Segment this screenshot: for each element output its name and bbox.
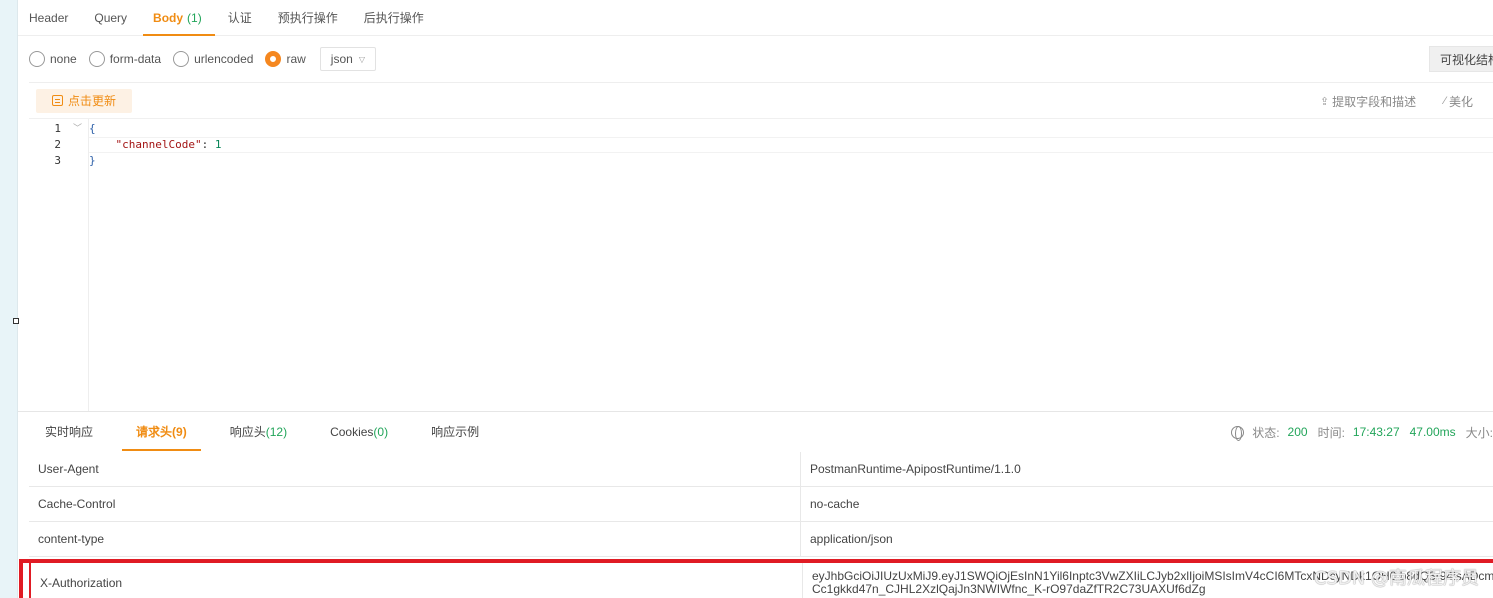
response-tabs: 实时响应 请求头 (9) 响应头 (12) Cookies (0) 响应示例 状态: … [18, 411, 1493, 451]
tab-response-examples[interactable]: 响应示例 [417, 412, 493, 451]
radio-form-data[interactable]: form-data [88, 51, 161, 67]
editor-toolbar: 点击更新 ⇪ 提取字段和描述 ⁄ 美化 [29, 83, 1493, 119]
upload-icon: ⇪ [1319, 95, 1330, 108]
line-number: 2 [54, 138, 61, 151]
request-headers-table: User-Agent PostmanRuntime-ApipostRuntime… [29, 452, 1493, 598]
header-key: Cache-Control [29, 487, 801, 521]
update-button[interactable]: 点击更新 [36, 88, 133, 113]
header-value: no-cache [810, 497, 860, 511]
tab-body[interactable]: Body (1) [143, 0, 215, 36]
table-row-highlighted: X-Authorization eyJhbGciOiJIUzUxMiJ9.eyJ… [29, 563, 1493, 598]
beautify-button[interactable]: ⁄ 美化 [1444, 93, 1473, 110]
body-type-row: none form-data urlencoded raw json ▽ 可视化结… [18, 36, 1493, 82]
table-row: User-Agent PostmanRuntime-ApipostRuntime… [29, 452, 1493, 487]
radio-urlencoded[interactable]: urlencoded [173, 51, 253, 67]
raw-format-select[interactable]: json ▽ [319, 47, 376, 71]
tab-auth[interactable]: 认证 [228, 0, 265, 35]
header-value: PostmanRuntime-ApipostRuntime/1.1.0 [810, 462, 1021, 476]
table-row: content-type application/json [29, 522, 1493, 557]
highlight-border-left [19, 559, 23, 598]
line-gutter: 1 ﹀ 2 3 [29, 119, 89, 412]
status-code: 200 [1287, 425, 1308, 439]
request-panel: Header Query Body (1) 认证 预执行操作 后执行操作 none… [18, 0, 1493, 598]
request-tabs: Header Query Body (1) 认证 预执行操作 后执行操作 [18, 0, 1493, 36]
header-key: content-type [29, 522, 801, 556]
response-status: 状态: 200 时间: 17:43:27 47.00ms 大小: [1231, 412, 1493, 452]
highlight-border [19, 559, 1493, 563]
radio-none[interactable]: none [29, 51, 77, 67]
line-number: 3 [54, 154, 61, 167]
header-key: User-Agent [29, 452, 801, 486]
response-time: 17:43:27 [1352, 425, 1400, 439]
magic-wand-icon: ⁄ [1444, 95, 1446, 107]
code-line: { [89, 122, 96, 135]
code-content[interactable]: { "channelCode": 1 } [89, 119, 1493, 412]
active-line [89, 137, 1493, 153]
response-duration: 47.00ms [1409, 425, 1456, 439]
tab-body-count: (1) [187, 10, 202, 25]
tab-query[interactable]: Query [94, 0, 140, 35]
radio-circle-checked[interactable] [265, 51, 282, 67]
tab-response-headers[interactable]: 响应头 (12) [216, 412, 301, 451]
radio-circle[interactable] [29, 51, 45, 67]
tab-header[interactable]: Header [29, 0, 81, 35]
globe-icon [1231, 425, 1245, 441]
code-line: } [89, 154, 96, 167]
tab-pre-script[interactable]: 预执行操作 [278, 0, 351, 35]
left-panel-edge [0, 0, 18, 598]
edit-icon [52, 95, 63, 106]
visualize-structure-button[interactable]: 可视化结构 [1429, 46, 1493, 72]
tab-live-response[interactable]: 实时响应 [31, 412, 107, 451]
table-row: Cache-Control no-cache [29, 487, 1493, 522]
line-number: 1 ﹀ [54, 121, 82, 137]
radio-raw[interactable]: raw [265, 51, 306, 67]
radio-circle[interactable] [173, 51, 190, 67]
watermark: CSDN @南瓜程序员 [1313, 568, 1479, 589]
radio-circle[interactable] [88, 51, 105, 67]
header-key: X-Authorization [31, 563, 803, 598]
code-area[interactable]: 1 ﹀ 2 3 { "channelCode": 1 } [29, 119, 1493, 412]
tab-request-headers[interactable]: 请求头 (9) [122, 412, 201, 451]
editor-tools: ⇪ 提取字段和描述 ⁄ 美化 [1292, 83, 1473, 119]
header-value: application/json [810, 532, 893, 546]
chevron-down-icon: ▽ [358, 54, 365, 64]
tab-cookies[interactable]: Cookies (0) [316, 412, 402, 451]
body-editor: 点击更新 ⇪ 提取字段和描述 ⁄ 美化 1 ﹀ 2 3 { "channelCode"… [29, 82, 1493, 412]
extract-fields-button[interactable]: ⇪ 提取字段和描述 [1320, 93, 1416, 110]
fold-icon[interactable]: ﹀ [73, 121, 82, 137]
tab-post-script[interactable]: 后执行操作 [364, 0, 437, 35]
